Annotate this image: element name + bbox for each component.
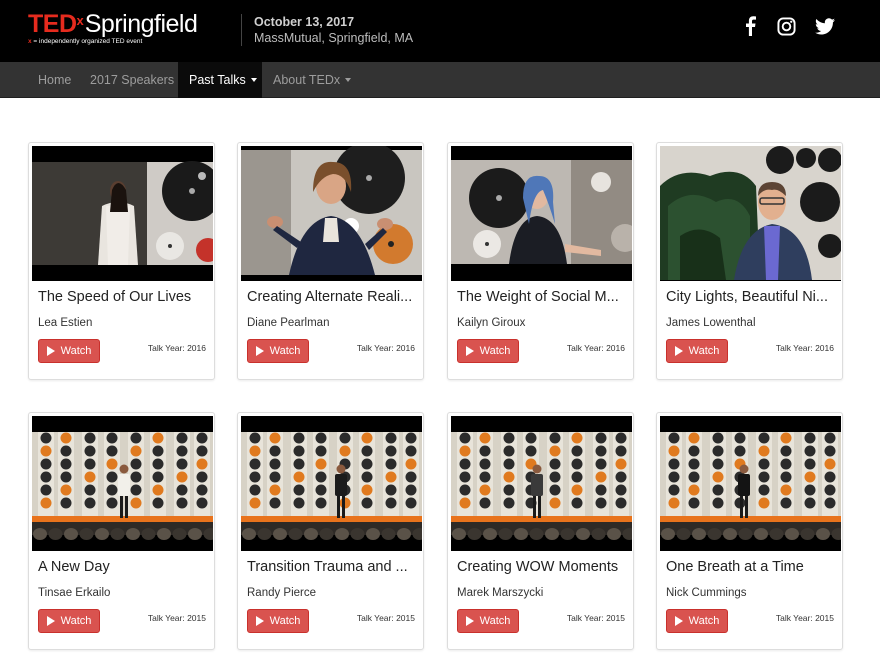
play-icon (465, 616, 474, 626)
talk-title[interactable]: Creating WOW Moments (457, 559, 627, 575)
watch-button[interactable]: Watch (457, 609, 519, 633)
talk-speaker: Nick Cummings (666, 587, 747, 599)
talk-card: Creating WOW Moments Marek Marszycki Wat… (447, 412, 634, 650)
twitter-icon[interactable] (814, 15, 836, 37)
play-icon (46, 616, 55, 626)
talk-thumbnail[interactable] (660, 416, 841, 551)
talk-title[interactable]: Transition Trauma and ... (247, 559, 417, 575)
header-divider (241, 14, 242, 46)
site-header: TEDxSpringfield x = independently organi… (0, 0, 880, 62)
watch-button[interactable]: Watch (666, 339, 728, 363)
talk-speaker: Randy Pierce (247, 587, 317, 599)
instagram-icon[interactable] (775, 15, 797, 37)
play-icon (255, 346, 264, 356)
watch-button[interactable]: Watch (666, 609, 728, 633)
talk-year: Talk Year: 2016 (566, 343, 625, 353)
talk-year: Talk Year: 2016 (775, 343, 834, 353)
talk-year: Talk Year: 2015 (566, 613, 625, 623)
talk-speaker: Marek Marszycki (457, 587, 544, 599)
play-icon (465, 346, 474, 356)
logo-city-text: Springfield (84, 10, 198, 38)
talk-title[interactable]: Creating Alternate Reali... (247, 289, 417, 305)
talk-thumbnail[interactable] (241, 416, 422, 551)
talk-title[interactable]: The Weight of Social M... (457, 289, 627, 305)
play-icon (255, 616, 264, 626)
nav-item-2017-speakers[interactable]: 2017 Speakers (79, 62, 185, 98)
talk-card: Transition Trauma and ... Randy Pierce W… (237, 412, 424, 650)
watch-button[interactable]: Watch (38, 609, 100, 633)
talk-year: Talk Year: 2016 (147, 343, 206, 353)
watch-button[interactable]: Watch (247, 339, 309, 363)
talk-card: The Weight of Social M... Kailyn Giroux … (447, 142, 634, 380)
tedx-springfield-logo[interactable]: TEDxSpringfield x = independently organi… (28, 10, 198, 45)
play-icon (674, 616, 683, 626)
watch-button[interactable]: Watch (457, 339, 519, 363)
logo-tagline: x = independently organized TED event (28, 38, 143, 45)
caret-down-icon (250, 77, 257, 82)
watch-button[interactable]: Watch (38, 339, 100, 363)
talk-speaker: Diane Pearlman (247, 317, 330, 329)
talk-speaker: Kailyn Giroux (457, 317, 526, 329)
talk-speaker: Tinsae Erkailo (38, 587, 111, 599)
talk-thumbnail[interactable] (451, 416, 632, 551)
facebook-icon[interactable] (739, 15, 761, 37)
talk-title[interactable]: The Speed of Our Lives (38, 289, 208, 305)
talk-year: Talk Year: 2015 (356, 613, 415, 623)
caret-down-icon (345, 77, 352, 82)
talk-card: A New Day Tinsae Erkailo Watch Talk Year… (28, 412, 215, 650)
logo-ted-text: TED (28, 10, 77, 38)
talk-year: Talk Year: 2015 (147, 613, 206, 623)
talk-year: Talk Year: 2016 (356, 343, 415, 353)
talk-title[interactable]: One Breath at a Time (666, 559, 836, 575)
talk-title[interactable]: City Lights, Beautiful Ni... (666, 289, 836, 305)
nav-item-past-talks[interactable]: Past Talks (178, 62, 262, 98)
talk-card: City Lights, Beautiful Ni... James Lowen… (656, 142, 843, 380)
talk-thumbnail[interactable] (32, 146, 213, 281)
nav-item-about-tedx[interactable]: About TEDx (262, 62, 362, 98)
nav-item-home[interactable]: Home (27, 62, 82, 98)
main-navbar: Home 2017 Speakers Past Talks About TEDx (0, 62, 880, 98)
event-location: MassMutual, Springfield, MA (254, 31, 414, 45)
talk-speaker: Lea Estien (38, 317, 93, 329)
talk-card: One Breath at a Time Nick Cummings Watch… (656, 412, 843, 650)
play-icon (46, 346, 55, 356)
talk-card: Creating Alternate Reali... Diane Pearlm… (237, 142, 424, 380)
talk-speaker: James Lowenthal (666, 317, 756, 329)
logo-x-text: x (76, 13, 84, 28)
talk-thumbnail[interactable] (241, 146, 422, 281)
event-date: October 13, 2017 (254, 15, 355, 29)
talk-year: Talk Year: 2015 (775, 613, 834, 623)
talk-title[interactable]: A New Day (38, 559, 208, 575)
watch-button[interactable]: Watch (247, 609, 309, 633)
talk-thumbnail[interactable] (451, 146, 632, 281)
play-icon (674, 346, 683, 356)
talk-thumbnail[interactable] (660, 146, 841, 281)
talk-thumbnail[interactable] (32, 416, 213, 551)
talk-card: The Speed of Our Lives Lea Estien Watch … (28, 142, 215, 380)
